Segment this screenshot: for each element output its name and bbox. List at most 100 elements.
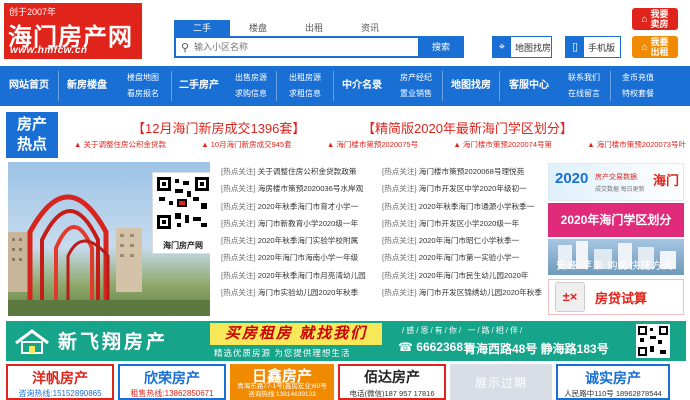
sell-house-button[interactable]: ⌂ 我要 卖房 <box>632 8 678 30</box>
nav-agency-directory[interactable]: 中介名录 <box>334 66 390 106</box>
banner-subtitle: 精选优质房源 为您提供理想生活 <box>214 348 351 358</box>
nav-new-homes-signup[interactable]: 看房报名 <box>115 87 171 101</box>
list-row: [热点关注] 海房楼市策预2020036号水岸观 [热点关注] 海门市开发区中学… <box>221 180 543 197</box>
sell-label-1: 我要 <box>650 9 669 19</box>
nav-wanted-listings[interactable]: 求购信息 <box>226 87 276 101</box>
list-item[interactable]: [热点关注] 2020年海门市昭仁小学秋季一 <box>382 232 543 249</box>
deal-title: 房产交易数据 <box>595 174 637 181</box>
search-tab-news[interactable]: 资讯 <box>342 20 398 36</box>
list-item[interactable]: [热点关注] 2020年秋季海门市育才小学一 <box>221 198 382 215</box>
nav-customer-service[interactable]: 客服中心 <box>500 66 558 106</box>
hot-sublink[interactable]: ▲ 10月海门新房成交945套 <box>201 139 291 150</box>
list-item[interactable]: [热点关注] 2020年海门市海南小学一年级 <box>221 249 382 266</box>
agency-ad[interactable]: 日鑫房产 青海东路77-1号(鑫房宏业)60号 咨询热线:13814639133 <box>230 364 334 400</box>
agency-ad[interactable]: 诚实房产 人民路中110号 18962878544 <box>556 364 670 400</box>
list-item[interactable]: [热点关注] 海门市开发区小学2020级一年 <box>382 215 543 232</box>
banner-address: 青海西路48号 静海路183号 <box>464 342 609 356</box>
site-logo[interactable]: 创于2007年 海门房产网 www.hmfcw.cn <box>4 3 142 59</box>
xinfeixiang-ad-banner[interactable]: 新飞翔房产 买房租房 就找我们 精选优质房源 为您提供理想生活 /感/恩/有/你… <box>6 321 686 361</box>
search-tab-new-homes[interactable]: 楼盘 <box>230 20 286 36</box>
hot-label-line-1: 房产 <box>16 116 47 133</box>
list-item[interactable]: [热点关注] 海房楼市策预2020036号水岸观 <box>221 180 382 197</box>
hot-sublink[interactable]: ▲ 海门楼市策预2020074号第 <box>453 139 552 150</box>
headline-link-1[interactable]: 【12月海门新房成交1396套】 <box>132 118 305 137</box>
estate-shortcut-banner[interactable]: 安峰 苹果 购房快捷方式 <box>548 239 684 275</box>
agency-ads-row: 洋帆房产 咨询热线:15152890865 欣荣房产 租售热线:13862850… <box>6 364 686 400</box>
nav-rent-wanted[interactable]: 求租信息 <box>277 87 333 101</box>
search-button[interactable]: 搜索 <box>418 36 464 58</box>
mobile-version-button[interactable]: ▯ 手机版 <box>565 36 621 58</box>
list-row: [热点关注] 海门市实验幼儿园2020年秋季 [热点关注] 海门市开发区锦绣幼儿… <box>221 284 543 301</box>
school-district-banner[interactable]: 2020年海门学区划分 <box>548 203 684 237</box>
hot-sublink[interactable]: ▲ 关于调整住房公积金贷款 <box>74 139 166 150</box>
nav-vip-packages[interactable]: 特权套餐 <box>611 87 665 101</box>
nav-new-homes[interactable]: 新房楼盘 <box>59 66 115 106</box>
nav-agents[interactable]: 房产经纪 <box>390 71 442 85</box>
nav-coin-recharge[interactable]: 金币充值 <box>611 71 665 85</box>
list-item[interactable]: [热点关注] 海门市新教育小学2020级一年 <box>221 215 382 232</box>
list-item[interactable]: [热点关注] 2020年秋季海门市月亮湾幼儿园 <box>221 267 382 284</box>
map-search-button[interactable]: ⌖ 地图找房 <box>492 36 552 58</box>
list-row: [热点关注] 2020年海门市海南小学一年级 [热点关注] 2020年海门市第一… <box>221 249 543 266</box>
list-item[interactable]: [热点关注] 2020年海门市第一实验小学一 <box>382 249 543 266</box>
nav-new-homes-map[interactable]: 楼盘地图 <box>115 71 171 85</box>
agency-ad[interactable]: 佰达房产 电话(微信)187 957 17816 <box>338 364 446 400</box>
rent-house-icon: ⌂ <box>641 41 648 53</box>
banner-phone: ☎ 66623681 <box>398 340 470 354</box>
calculator-icon: ±× <box>555 282 585 312</box>
nav-second-hand[interactable]: 二手房产 <box>172 66 226 106</box>
nav-online-message[interactable]: 在线留言 <box>558 87 610 101</box>
map-search-label: 地图找房 <box>515 42 552 53</box>
agency-ad-info: 咨询热线:15152890865 <box>18 389 102 398</box>
list-item[interactable]: [热点关注] 关于调整住房公积金贷款政策 <box>221 163 382 180</box>
list-row: [热点关注] 关于调整住房公积金贷款政策 [热点关注] 海门楼市策预202006… <box>221 163 543 180</box>
nav-map-search[interactable]: 地图找房 <box>443 66 499 106</box>
hot-sublinks: ▲ 关于调整住房公积金贷款 ▲ 10月海门新房成交945套 ▲ 海门楼市第预20… <box>74 139 686 150</box>
nav-sales[interactable]: 置业销售 <box>390 87 442 101</box>
nav-rent-listings[interactable]: 出租房源 <box>277 71 333 85</box>
hot-news-list: [热点关注] 关于调整住房公积金贷款政策 [热点关注] 海门楼市策预202006… <box>221 163 543 301</box>
agency-ad-info: 青海东路77-1号(鑫房宏业)60号 <box>237 383 327 390</box>
list-item[interactable]: [热点关注] 海门楼市策预2020068号理悦苑 <box>382 163 543 180</box>
list-row: [热点关注] 2020年秋季海门市月亮湾幼儿园 [热点关注] 2020年海门市民… <box>221 267 543 284</box>
banner-qr-code-icon <box>636 324 670 358</box>
hot-topics-label: 房产 热点 <box>6 112 58 158</box>
list-row: [热点关注] 海门市新教育小学2020级一年 [热点关注] 海门市开发区小学20… <box>221 215 543 232</box>
qr-code-card: 海门房产网 <box>152 172 210 254</box>
nav-rent-sub: 出租房源 求租信息 <box>277 66 333 106</box>
loan-calculator-banner[interactable]: ±× 房贷试算 <box>548 279 684 315</box>
nav-vip-sub: 金币充值 特权套餐 <box>611 66 665 106</box>
agency-ad[interactable]: 洋帆房产 咨询热线:15152890865 <box>6 364 114 400</box>
list-item[interactable]: [热点关注] 海门市开发区中学2020年级初一 <box>382 180 543 197</box>
nav-second-hand-sub: 出售房源 求购信息 <box>226 66 276 106</box>
featured-photo[interactable]: 海门房产网 <box>8 162 210 316</box>
deal-data-banner[interactable]: 2020 房产交易数据 成交数据 每日更新 海门 <box>548 163 684 201</box>
nav-cs-sub: 联系我们 在线留言 <box>558 66 610 106</box>
rent-out-button[interactable]: ⌂ 我要 出租 <box>632 36 678 58</box>
search-input[interactable] <box>194 38 418 56</box>
hot-sublink[interactable]: ▲ 海门楼市策预2020073号叶 <box>587 139 686 150</box>
agency-ad[interactable]: 欣荣房产 租售热线:13862850671 <box>118 364 226 400</box>
nav-sale-listings[interactable]: 出售房源 <box>226 71 276 85</box>
list-item[interactable]: [热点关注] 海门市开发区锦绣幼儿园2020年秋季 <box>382 284 543 301</box>
agency-ad-expired[interactable]: 展示过期 <box>450 364 552 400</box>
hot-sublink[interactable]: ▲ 海门楼市第预2020075号 <box>327 139 418 150</box>
list-item[interactable]: [热点关注] 2020年秋季海门市通源小学秋季一 <box>382 198 543 215</box>
banner-slogan: 买房租房 就找我们 <box>210 323 382 345</box>
search-tab-rent[interactable]: 出租 <box>286 20 342 36</box>
agency-ad-info: 人民路中110号 18962878544 <box>564 389 662 398</box>
search-tab-second-hand[interactable]: 二手 <box>174 20 230 36</box>
nav-home[interactable]: 网站首页 <box>0 66 58 106</box>
agency-ad-name: 欣荣房产 <box>144 370 200 386</box>
list-item[interactable]: [热点关注] 海门市实验幼儿园2020年秋季 <box>221 284 382 301</box>
estate-banner-text: 安峰 苹果 购房快捷方式 <box>556 261 674 272</box>
rent-label-2: 出租 <box>650 47 669 57</box>
banner-motto: /感/恩/有/你/ 一/路/相/伴/ <box>402 326 525 335</box>
logo-url: www.hmfcw.cn <box>10 45 88 56</box>
deal-subtitle: 成交数据 每日更新 <box>595 187 645 193</box>
headline-link-2[interactable]: 【精简版2020年最新海门学区划分】 <box>362 118 573 137</box>
nav-contact-us[interactable]: 联系我们 <box>558 71 610 85</box>
list-item[interactable]: [热点关注] 2020年海门市民生幼儿园2020年 <box>382 267 543 284</box>
site-header: 创于2007年 海门房产网 www.hmfcw.cn 二手 楼盘 出租 资讯 ⚲… <box>0 0 690 64</box>
list-item[interactable]: [热点关注] 2020年秋季海门实验学校附属 <box>221 232 382 249</box>
